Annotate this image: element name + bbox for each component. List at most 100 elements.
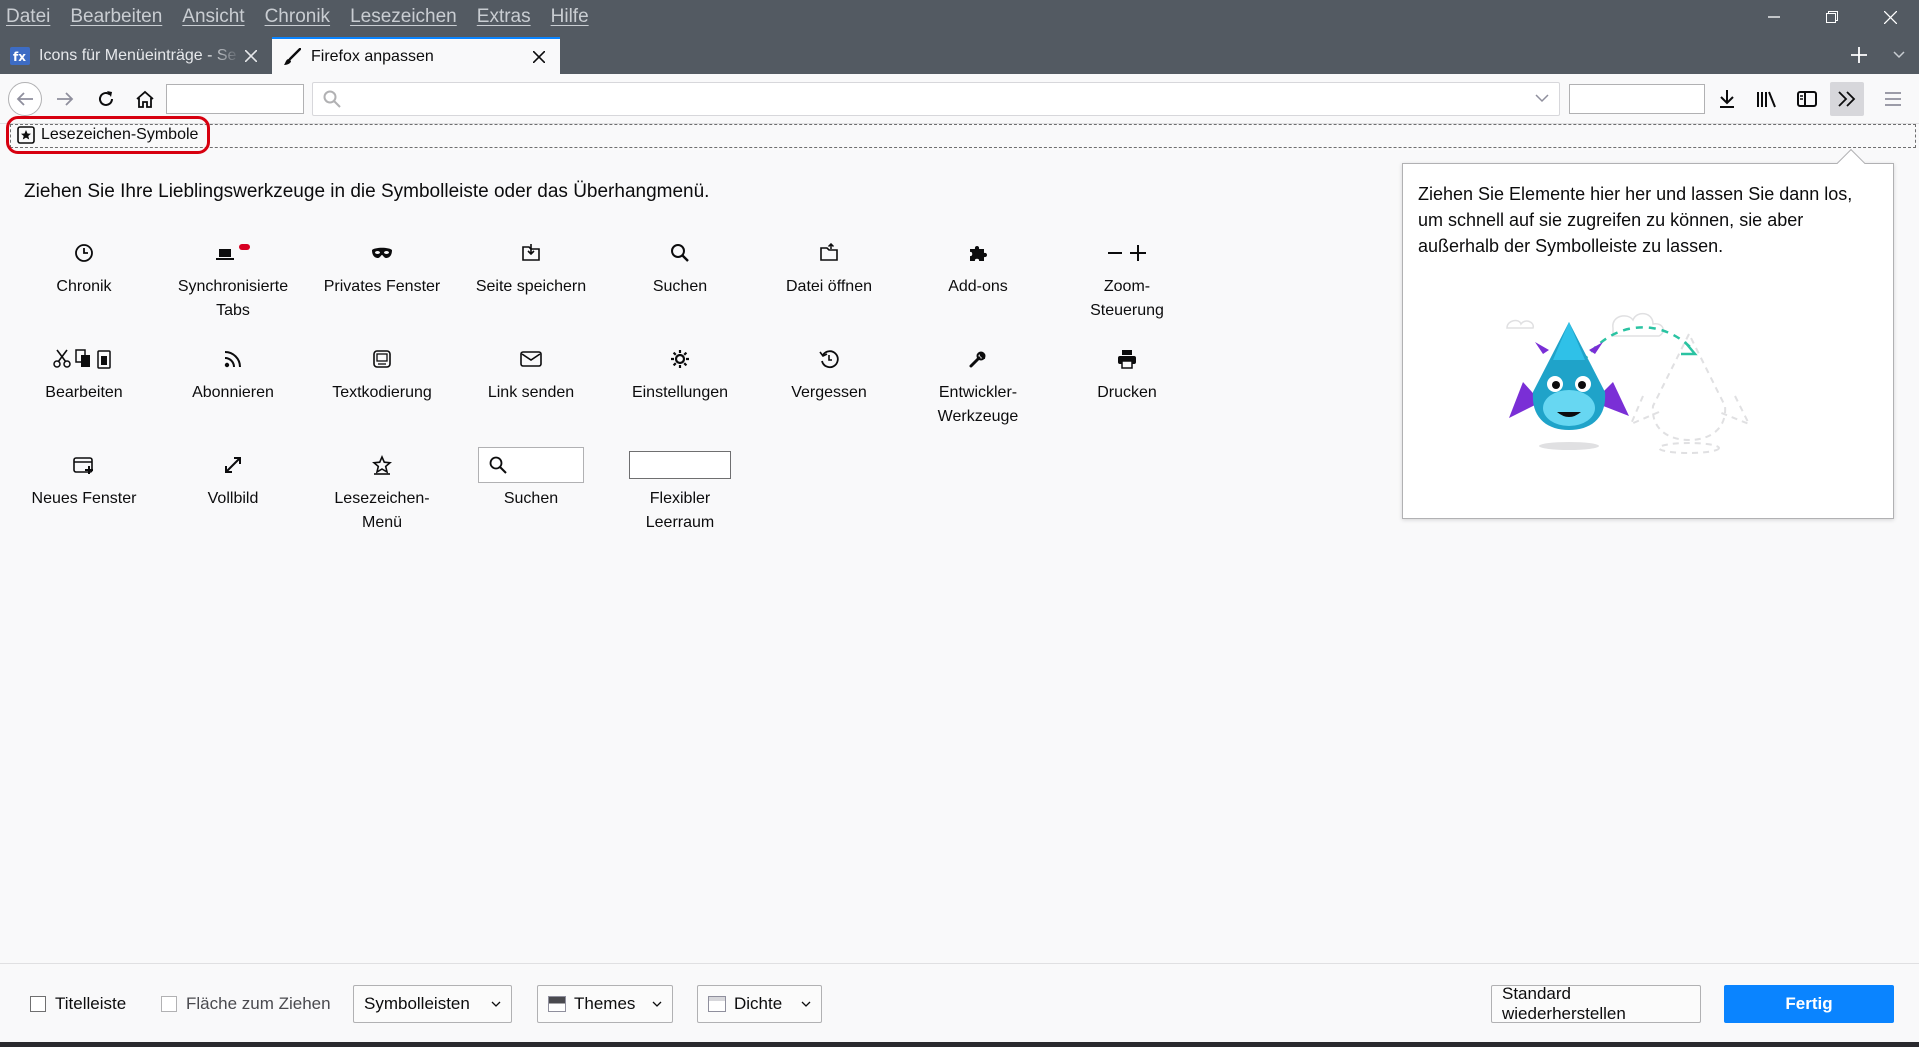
reload-icon	[99, 91, 113, 106]
palette-item-label: Entwickler- Werkzeuge	[937, 384, 1019, 425]
palette-item-new-window[interactable]: Neues Fenster	[10, 448, 158, 511]
menu-hilfe[interactable]: Hilfe	[551, 6, 589, 28]
palette-item-fullscreen[interactable]: Vollbild	[159, 448, 307, 511]
toolbar-spacer[interactable]	[1569, 84, 1705, 114]
back-button[interactable]	[8, 82, 42, 116]
palette-item-developer-tools[interactable]: Entwickler- Werkzeuge	[904, 342, 1052, 429]
palette-item-label: Zoom- Steuerung	[1090, 278, 1164, 319]
palette-item-edit-controls[interactable]: Bearbeiten	[10, 342, 158, 405]
bookmarks-toolbar	[10, 124, 1916, 148]
overflow-menu-button[interactable]	[1830, 82, 1864, 116]
palette-item-label: Vergessen	[791, 384, 867, 401]
palette-item-subscribe[interactable]: Abonnieren	[159, 342, 307, 405]
palette-item-label: Privates Fenster	[323, 278, 441, 295]
overflow-panel: Ziehen Sie Elemente hier her und lassen …	[1402, 148, 1894, 519]
palette-item-label: Neues Fenster	[31, 490, 137, 507]
menu-chronik[interactable]: Chronik	[265, 6, 330, 28]
library-button[interactable]	[1750, 82, 1784, 116]
chevron-down-icon	[801, 1001, 811, 1007]
customization-footer: Titelleiste Fläche zum Ziehen Symbolleis…	[0, 963, 1919, 1042]
palette-item-save-page[interactable]: Seite speichern	[457, 236, 605, 299]
palette-item-label: Add-ons	[948, 278, 1008, 295]
palette-item-preferences[interactable]: Einstellungen	[606, 342, 754, 405]
zoom-icon	[1108, 245, 1146, 261]
drag-space-checkbox-label: Fläche zum Ziehen	[186, 994, 331, 1013]
search-field	[478, 447, 584, 483]
download-icon	[1720, 90, 1734, 108]
bookmark-star-icon	[372, 455, 392, 475]
palette-item-zoom-controls[interactable]: Zoom- Steuerung	[1053, 236, 1201, 323]
menu-bar: Datei Bearbeiten Ansicht Chronik Lesezei…	[0, 0, 609, 34]
chevron-down-icon	[652, 1001, 662, 1007]
palette-item-print[interactable]: Drucken	[1053, 342, 1201, 405]
tab-list-button[interactable]	[1883, 37, 1915, 73]
palette-item-forget[interactable]: Vergessen	[755, 342, 903, 405]
minimize-icon	[1768, 16, 1780, 18]
palette-item-private-window[interactable]: Privates Fenster	[308, 236, 456, 299]
palette-item-search-field[interactable]: Suchen	[457, 447, 605, 511]
done-button[interactable]: Fertig	[1724, 985, 1894, 1023]
restore-button[interactable]	[1803, 0, 1861, 34]
close-tab-button[interactable]	[528, 50, 550, 63]
sidebar-icon	[1797, 91, 1817, 107]
home-button[interactable]	[128, 82, 162, 116]
forward-button[interactable]	[48, 82, 82, 116]
palette-item-bookmarks-menu[interactable]: Lesezeichen- Menü	[308, 448, 456, 535]
themes-dropdown[interactable]: Themes	[537, 985, 673, 1023]
close-icon	[533, 50, 545, 63]
palette-item-find[interactable]: Suchen	[606, 236, 754, 299]
palette-item-email-link[interactable]: Link senden	[457, 342, 605, 405]
chevron-down-icon[interactable]	[1535, 91, 1549, 105]
titlebar-checkbox[interactable]: Titelleiste	[30, 994, 126, 1014]
palette-item-history[interactable]: Chronik	[10, 236, 158, 299]
density-dropdown[interactable]: Dichte	[697, 985, 822, 1023]
palette-item-label: Textkodierung	[332, 384, 432, 401]
navigation-toolbar	[0, 74, 1919, 124]
toolbars-dropdown[interactable]: Symbolleisten	[353, 985, 512, 1023]
chevron-double-right-icon	[1838, 91, 1856, 107]
menu-datei[interactable]: Datei	[6, 6, 50, 28]
tab-customize[interactable]: Firefox anpassen	[272, 37, 560, 74]
wrench-icon	[969, 351, 986, 368]
palette-item-synced-tabs[interactable]: Synchronisierte Tabs	[159, 236, 307, 323]
palette-item-addons[interactable]: Add-ons	[904, 236, 1052, 299]
palette-item-open-file[interactable]: Datei öffnen	[755, 236, 903, 299]
palette-item-text-encoding[interactable]: Textkodierung	[308, 342, 456, 405]
new-tab-button[interactable]	[1841, 37, 1877, 73]
forward-arrow-icon	[57, 92, 74, 106]
palette-item-label: Lesezeichen- Menü	[334, 490, 430, 531]
tab-title: Icons für Menüeinträge - Se	[39, 46, 237, 64]
new-window-icon	[73, 457, 93, 474]
density-dropdown-label: Dichte	[734, 994, 783, 1013]
menu-extras[interactable]: Extras	[477, 6, 531, 28]
menu-bearbeiten[interactable]: Bearbeiten	[70, 6, 162, 28]
toolbars-dropdown-label: Symbolleisten	[364, 994, 470, 1013]
search-icon	[489, 456, 507, 474]
address-bar[interactable]	[312, 82, 1560, 116]
app-menu-button[interactable]	[1876, 82, 1910, 116]
palette-item-label: Flexibler Leerraum	[645, 490, 715, 531]
downloads-button[interactable]	[1710, 82, 1744, 116]
home-icon	[136, 90, 154, 108]
checkbox-box	[30, 996, 46, 1012]
tab-icons-menu[interactable]: fx Icons für Menüeinträge - Se	[0, 37, 272, 74]
minimize-button[interactable]	[1745, 0, 1803, 34]
toolbar-spacer[interactable]	[166, 84, 304, 114]
menu-lesezeichen[interactable]: Lesezeichen	[350, 6, 457, 28]
menu-ansicht[interactable]: Ansicht	[182, 6, 244, 28]
plus-icon	[1851, 47, 1867, 63]
printer-icon	[1118, 350, 1136, 369]
feed-icon	[224, 351, 241, 368]
bookmarks-toolbar-items[interactable]: Lesezeichen-Symbole	[6, 116, 210, 154]
library-icon	[1757, 91, 1776, 108]
mail-icon	[520, 351, 542, 367]
palette-item-flexible-space[interactable]: Flexibler Leerraum	[606, 448, 754, 535]
close-window-button[interactable]	[1861, 0, 1919, 34]
restore-defaults-button[interactable]: Standard wiederherstellen	[1491, 984, 1701, 1023]
reload-button[interactable]	[89, 82, 123, 116]
sidebar-button[interactable]	[1790, 82, 1824, 116]
chevron-down-icon	[491, 1001, 501, 1007]
drag-space-checkbox[interactable]: Fläche zum Ziehen	[161, 994, 331, 1014]
close-tab-button[interactable]	[240, 49, 262, 62]
tab-title: Firefox anpassen	[311, 47, 434, 65]
